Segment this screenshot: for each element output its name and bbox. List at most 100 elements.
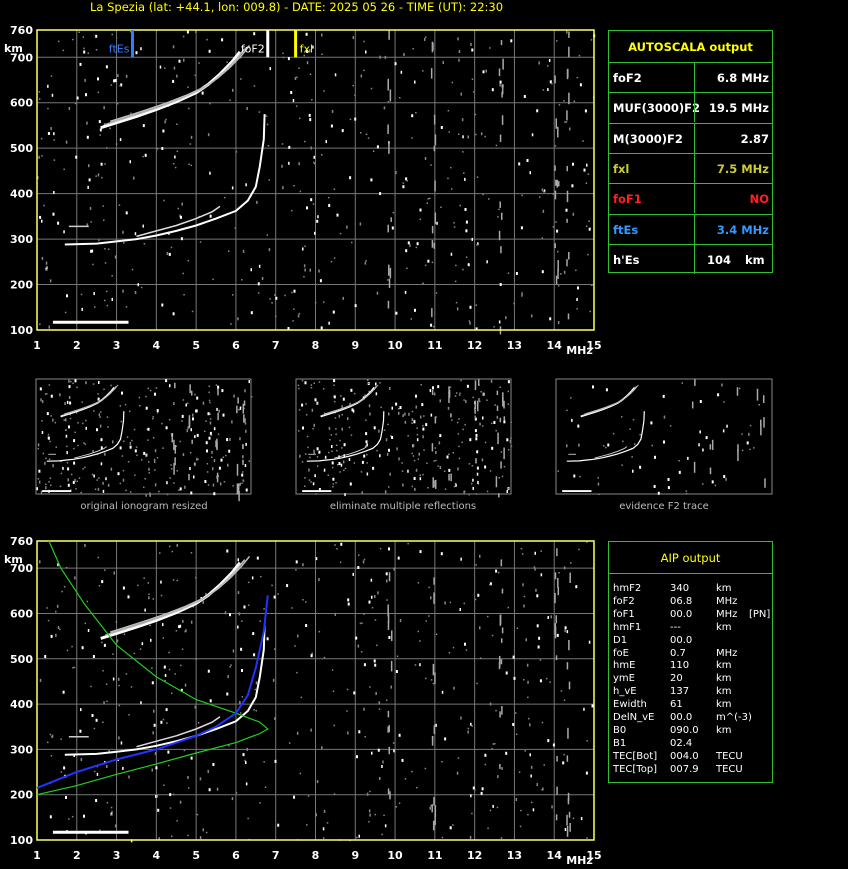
noise-speckles bbox=[37, 30, 596, 335]
aip-name: TEC[Bot] bbox=[613, 750, 658, 762]
autoscala-value: 3.4 MHz bbox=[716, 222, 769, 237]
y-unit-label: km bbox=[4, 42, 23, 55]
x-unit-label: MHz bbox=[566, 344, 593, 357]
foF2-marker-label: foF2 bbox=[241, 43, 265, 56]
aip-name: hmF1 bbox=[613, 621, 642, 633]
aip-name: hmE bbox=[613, 660, 636, 672]
autoscala-unit: km bbox=[745, 252, 765, 267]
autoscala-key: foF1 bbox=[613, 192, 642, 207]
x-tick-label: 9 bbox=[351, 339, 359, 352]
x-tick-label: 4 bbox=[153, 849, 161, 862]
thumbnail-0 bbox=[35, 378, 253, 502]
aip-name: foF2 bbox=[613, 595, 635, 607]
aip-name: foF1 bbox=[613, 608, 635, 620]
autoscala-row-fxl: fxl 7.5 MHz bbox=[609, 152, 772, 183]
f2-multi-trace-0 bbox=[100, 50, 242, 130]
ionogram-grid bbox=[37, 541, 594, 840]
autoscala-value: 104 bbox=[706, 252, 731, 267]
autoscala-panel: AUTOSCALA output foF2 6.8 MHz MUF(3000)F2 1… bbox=[608, 30, 773, 274]
f2-multi-trace-1 bbox=[105, 48, 246, 126]
aip-name: foE bbox=[613, 647, 629, 659]
y-tick-label: 300 bbox=[10, 743, 33, 756]
aip-value: 00.0 bbox=[670, 712, 693, 723]
y-tick-label: 200 bbox=[10, 789, 33, 802]
thumbnail-frame bbox=[295, 378, 512, 495]
ftEs-marker-label: ftEs bbox=[109, 43, 130, 56]
x-unit-label: MHz bbox=[566, 854, 593, 867]
ionogram-grid bbox=[37, 30, 594, 330]
thumbnail-2 bbox=[555, 378, 773, 495]
aip-value: 61 bbox=[670, 699, 683, 711]
aip-divider bbox=[609, 573, 772, 574]
ionogram-panel-top: 1 2 3 4 5 6 7 8 9 10 11 12 13 14 15MHz7607006005004003… bbox=[4, 24, 602, 357]
y-tick-label: 760 bbox=[10, 24, 33, 37]
y-tick-label: 600 bbox=[10, 607, 33, 620]
thumbnail-1 bbox=[295, 378, 513, 498]
aip-name: DelN_vE bbox=[613, 712, 655, 723]
autoscala-key: MUF(3000)F2 bbox=[613, 101, 701, 116]
y-tick-label: 400 bbox=[10, 188, 33, 201]
x-tick-label: 11 bbox=[427, 849, 442, 862]
aip-value: 004.0 bbox=[670, 750, 699, 762]
x-tick-label: 5 bbox=[192, 339, 200, 352]
aip-value: 02.4 bbox=[670, 737, 693, 749]
aip-value: 340 bbox=[670, 583, 690, 594]
autoscala-key: h'Es bbox=[613, 252, 640, 267]
x-tick-label: 9 bbox=[351, 849, 359, 862]
y-tick-label: 600 bbox=[10, 97, 33, 110]
y-tick-label: 500 bbox=[10, 142, 33, 155]
aip-value: 137 bbox=[670, 686, 690, 698]
aip-unit: MHz bbox=[716, 608, 738, 620]
x-tick-label: 3 bbox=[113, 849, 121, 862]
aip-unit: TECU bbox=[716, 763, 743, 775]
autoscala-key: foF2 bbox=[613, 71, 642, 85]
x-tick-label: 14 bbox=[547, 339, 563, 352]
x-tick-label: 5 bbox=[192, 849, 200, 862]
aip-value: 0.7 bbox=[670, 647, 686, 659]
f2-multi-trace-1 bbox=[105, 559, 246, 636]
aip-value: 110 bbox=[670, 660, 690, 672]
y-tick-label: 100 bbox=[10, 324, 33, 337]
autoscala-key: M(3000)F2 bbox=[613, 131, 683, 146]
aip-true-height-profile bbox=[36, 595, 269, 789]
aip-title: AIP output bbox=[660, 551, 721, 565]
aip-name: B0 bbox=[613, 724, 627, 736]
x-tick-label: 1 bbox=[33, 849, 41, 862]
aip-name: ymE bbox=[613, 673, 635, 685]
aip-value: --- bbox=[670, 621, 681, 633]
aip-value: 00.0 bbox=[670, 608, 693, 620]
autoscala-key: ftEs bbox=[613, 222, 639, 237]
y-unit-label: km bbox=[4, 553, 23, 566]
aip-unit: km bbox=[716, 583, 732, 594]
autoscala-title: AUTOSCALA output bbox=[628, 40, 753, 54]
aip-unit: km bbox=[716, 660, 732, 672]
autoscala-row-fof2: foF2 6.8 MHz bbox=[609, 62, 772, 92]
x-tick-label: 2 bbox=[73, 339, 81, 352]
autoscala-row-h-es: h'Es 104 km bbox=[609, 243, 772, 274]
autoscala-row-fof1: foF1 NO bbox=[609, 183, 772, 214]
x-tick-label: 13 bbox=[507, 849, 522, 862]
x-tick-label: 6 bbox=[232, 849, 240, 862]
aip-value: 20 bbox=[670, 673, 683, 685]
autoscala-value: 6.8 MHz bbox=[716, 71, 769, 85]
y-tick-label: 300 bbox=[10, 233, 33, 246]
autoscala-row-muf-3000-f2: MUF(3000)F2 19.5 MHz bbox=[609, 92, 772, 123]
aip-name: h_vE bbox=[613, 686, 637, 698]
autoscala-row-m-3000-f2: M(3000)F2 2.87 bbox=[609, 122, 772, 153]
x-tick-label: 6 bbox=[232, 339, 240, 352]
y-tick-label: 100 bbox=[10, 834, 33, 847]
autoscala-value: 7.5 MHz bbox=[716, 161, 769, 176]
fxl-marker-label: fxl bbox=[300, 43, 313, 56]
aip-name: Ewidth bbox=[613, 699, 647, 711]
aip-unit: m^(-3) bbox=[716, 712, 752, 723]
aip-unit: km bbox=[716, 686, 732, 698]
aip-name: B1 bbox=[613, 737, 627, 749]
x-tick-label: 4 bbox=[153, 339, 161, 352]
aip-unit: km bbox=[716, 724, 732, 736]
aip-name: TEC[Top] bbox=[613, 763, 658, 775]
x-tick-label: 3 bbox=[113, 339, 121, 352]
caption-original-ionogram: original ionogram resized bbox=[80, 501, 208, 512]
f2-o-trace bbox=[64, 114, 266, 246]
x-tick-label: 1 bbox=[33, 339, 41, 352]
autoscala-value: 19.5 MHz bbox=[708, 101, 769, 116]
